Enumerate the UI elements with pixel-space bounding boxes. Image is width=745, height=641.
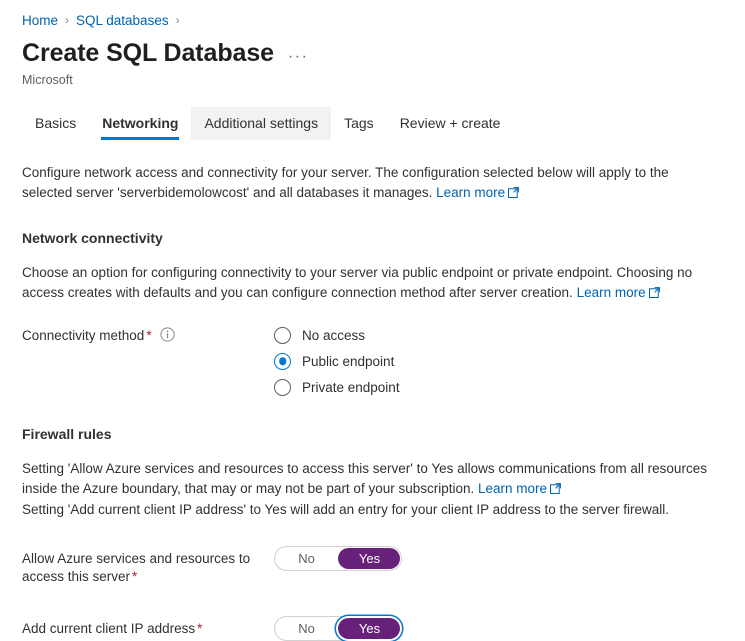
required-marker: *	[132, 568, 138, 584]
external-link-icon	[648, 284, 660, 304]
wizard-tabs: Basics Networking Additional settings Ta…	[0, 106, 745, 140]
network-connectivity-learn-more-link[interactable]: Learn more	[577, 285, 646, 300]
connectivity-method-radio-group: No access Public endpoint Private endpoi…	[274, 326, 400, 396]
radio-circle-icon	[274, 326, 291, 344]
network-connectivity-description: Choose an option for configuring connect…	[22, 263, 722, 304]
tab-review-create[interactable]: Review + create	[387, 107, 514, 140]
connectivity-method-row: Connectivity method * No access Public en…	[22, 326, 723, 396]
breadcrumb-item-sql-databases[interactable]: SQL databases	[76, 13, 169, 28]
radio-circle-icon	[274, 378, 291, 396]
external-link-icon	[550, 480, 561, 500]
radio-no-access[interactable]: No access	[274, 326, 400, 344]
radio-label: Public endpoint	[302, 353, 395, 369]
create-sql-database-page: Home › SQL databases › Create SQL Databa…	[0, 0, 745, 641]
intro-text: Configure network access and connectivit…	[22, 164, 669, 200]
radio-label: No access	[302, 327, 366, 343]
required-marker: *	[197, 620, 203, 636]
add-current-client-ip-label: Add current client IP address *	[22, 616, 274, 638]
tab-label: Review + create	[399, 115, 501, 132]
connectivity-method-label: Connectivity method *	[22, 326, 274, 347]
tab-label: Basics	[35, 115, 77, 132]
firewall-rules-text-line1: Setting 'Allow Azure services and resour…	[22, 460, 707, 496]
network-connectivity-heading: Network connectivity	[22, 229, 163, 246]
allow-azure-services-toggle[interactable]: No Yes	[274, 545, 402, 571]
breadcrumb-chevron-icon: ›	[175, 13, 180, 27]
firewall-rules-description: Setting 'Allow Azure services and resour…	[22, 459, 722, 520]
toggle-option-yes[interactable]: Yes	[338, 552, 401, 565]
allow-azure-services-label: Allow Azure services and resources to ac…	[22, 546, 274, 586]
info-icon[interactable]	[159, 327, 175, 347]
firewall-rules-text-line2: Setting 'Add current client IP address' …	[22, 501, 669, 517]
external-link-icon	[508, 184, 520, 204]
add-current-client-ip-label-text: Add current client IP address	[22, 620, 196, 636]
breadcrumb-chevron-icon: ›	[65, 13, 70, 27]
ellipsis-icon[interactable]: ···	[288, 49, 308, 65]
add-current-client-ip-toggle[interactable]: No Yes	[274, 615, 402, 641]
intro-paragraph: Configure network access and connectivit…	[22, 163, 722, 204]
radio-circle-icon	[274, 352, 291, 370]
tab-label: Networking	[102, 115, 179, 132]
connectivity-method-label-text: Connectivity method	[22, 327, 145, 343]
toggle-option-yes[interactable]: Yes	[338, 622, 401, 635]
firewall-rules-learn-more-link[interactable]: Learn more	[478, 481, 547, 496]
intro-learn-more-link[interactable]: Learn more	[436, 185, 505, 200]
radio-public-endpoint[interactable]: Public endpoint	[274, 352, 400, 370]
tab-networking[interactable]: Networking	[89, 107, 191, 140]
required-marker: *	[146, 327, 152, 343]
tab-label: Additional settings	[204, 115, 319, 132]
allow-azure-services-row: Allow Azure services and resources to ac…	[22, 545, 723, 586]
tab-tags[interactable]: Tags	[331, 107, 387, 140]
radio-private-endpoint[interactable]: Private endpoint	[274, 378, 400, 396]
breadcrumb: Home › SQL databases ›	[0, 0, 745, 30]
toggle-option-no[interactable]: No	[275, 622, 338, 635]
toggle-option-no[interactable]: No	[275, 552, 338, 565]
title-row: Create SQL Database ···	[0, 30, 745, 68]
breadcrumb-item-home[interactable]: Home	[22, 13, 58, 28]
radio-label: Private endpoint	[302, 379, 400, 395]
publisher-label: Microsoft	[22, 72, 73, 87]
tab-label: Tags	[344, 115, 374, 132]
page-title: Create SQL Database	[22, 39, 274, 67]
firewall-rules-heading: Firewall rules	[22, 425, 112, 442]
tab-basics[interactable]: Basics	[22, 107, 89, 140]
tab-additional-settings[interactable]: Additional settings	[191, 106, 332, 140]
add-current-client-ip-row: Add current client IP address * No Yes	[22, 615, 723, 641]
